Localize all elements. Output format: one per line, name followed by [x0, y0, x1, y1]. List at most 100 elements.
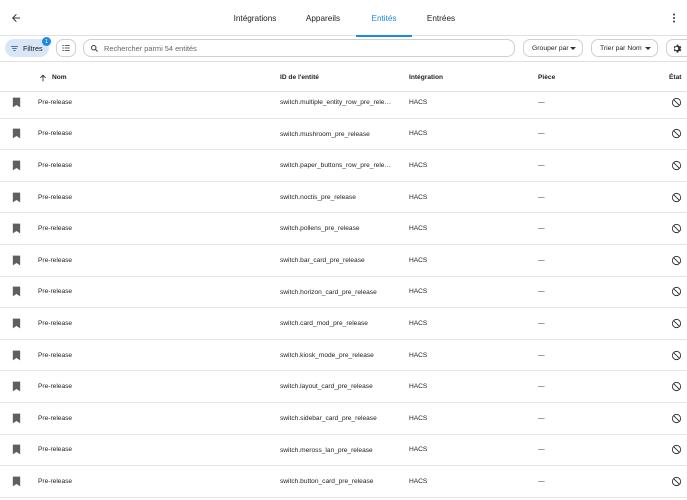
- tab-bar: Intégrations Appareils Entités Entrées: [0, 0, 687, 37]
- unavailable-icon: [671, 129, 681, 139]
- unavailable-icon: [671, 255, 681, 265]
- entity-id: switch.sidebar_card_pre_release: [280, 415, 377, 422]
- bookmark-icon: [12, 381, 20, 392]
- entity-integration: HACS: [409, 319, 428, 327]
- entity-integration: HACS: [409, 477, 428, 485]
- entity-icon-cell: [9, 277, 23, 308]
- entity-id: switch.bar_card_pre_release: [280, 257, 365, 264]
- entity-id: switch.noctis_pre_release: [280, 193, 356, 201]
- entity-icon-cell: [9, 182, 23, 213]
- entity-state: [668, 308, 684, 339]
- entity-name: Pre-release: [38, 319, 73, 327]
- entity-name: Pre-release: [38, 225, 73, 233]
- bookmark-icon: [12, 318, 20, 329]
- unavailable-icon: [671, 97, 681, 107]
- entity-name: Pre-release: [38, 161, 73, 169]
- bookmark-icon: [12, 255, 20, 266]
- entity-id: switch.mushroom_pre_release: [280, 130, 370, 138]
- entity-integration: HACS: [409, 130, 428, 138]
- entity-name: Pre-release: [38, 256, 73, 264]
- entity-state: [668, 466, 684, 497]
- unavailable-icon: [671, 445, 681, 455]
- column-name-label: Nom: [52, 74, 67, 81]
- entity-state: [668, 277, 684, 308]
- entity-integration: HACS: [409, 351, 428, 359]
- entity-area: —: [538, 98, 545, 106]
- entity-area: —: [538, 161, 545, 169]
- entity-area: —: [538, 477, 545, 485]
- filter-icon: [11, 45, 18, 51]
- group-by-label: Grouper par: [532, 44, 569, 52]
- tab-devices[interactable]: Appareils: [290, 0, 356, 36]
- search-input[interactable]: [104, 43, 484, 53]
- table-row[interactable]: Pre-release switch.noctis_pre_release HA…: [0, 182, 687, 214]
- entity-icon-cell: [9, 371, 23, 402]
- entity-area: —: [538, 193, 545, 201]
- table-settings-button[interactable]: [666, 39, 687, 57]
- more-options-button[interactable]: [664, 8, 684, 28]
- bookmark-icon: [12, 129, 20, 139]
- entity-state: [668, 340, 684, 371]
- entity-area: —: [538, 256, 545, 264]
- arrow-up-icon: [40, 74, 46, 81]
- bookmark-icon: [12, 476, 20, 487]
- table-row[interactable]: Pre-release switch.horizon_card_pre_rele…: [0, 277, 687, 309]
- entity-id: switch.layout_card_pre_release: [280, 383, 373, 391]
- unavailable-icon: [671, 350, 681, 360]
- entity-area: —: [538, 383, 545, 391]
- filters-label: Filtres: [23, 43, 43, 53]
- search-box: [83, 39, 515, 57]
- table-row[interactable]: Pre-release switch.paper_buttons_row_pre…: [0, 150, 687, 182]
- top-bar: Intégrations Appareils Entités Entrées: [0, 0, 687, 37]
- entity-name: Pre-release: [38, 477, 73, 485]
- entity-state: [668, 371, 684, 402]
- entity-icon-cell: [9, 245, 23, 276]
- entity-state: [668, 245, 684, 276]
- entity-id: switch.paper_buttons_row_pre_release: [280, 162, 394, 170]
- entity-name: Pre-release: [38, 414, 73, 422]
- sort-by-dropdown[interactable]: Trier par Nom: [591, 39, 658, 57]
- entity-integration: HACS: [409, 161, 428, 169]
- table-row[interactable]: Pre-release switch.bar_card_pre_release …: [0, 245, 687, 277]
- sort-by-label: Trier par Nom: [600, 44, 642, 52]
- selection-mode-button[interactable]: [56, 39, 76, 57]
- entity-integration: HACS: [409, 193, 428, 201]
- gear-icon: [673, 44, 681, 53]
- table-row[interactable]: Pre-release switch.mushroom_pre_release …: [0, 119, 687, 151]
- table-row[interactable]: Pre-release switch.multiple_entity_row_p…: [0, 87, 687, 119]
- table-row[interactable]: Pre-release switch.kiosk_mode_pre_releas…: [0, 340, 687, 372]
- group-by-dropdown[interactable]: Grouper par: [523, 39, 583, 57]
- entity-name: Pre-release: [38, 446, 73, 454]
- entity-icon-cell: [9, 308, 23, 339]
- table-row[interactable]: Pre-release switch.button_card_pre_relea…: [0, 466, 687, 498]
- entity-icon-cell: [9, 466, 23, 497]
- bookmark-icon: [12, 192, 20, 202]
- table-row[interactable]: Pre-release switch.card_mod_pre_release …: [0, 308, 687, 340]
- table-row[interactable]: Pre-release switch.sidebar_card_pre_rele…: [0, 403, 687, 435]
- entity-integration: HACS: [409, 446, 428, 454]
- entity-area: —: [538, 319, 545, 327]
- table-row[interactable]: Pre-release switch.meross_lan_pre_releas…: [0, 435, 687, 467]
- entity-area: —: [538, 288, 545, 296]
- column-area-label: Pièce: [538, 74, 556, 81]
- unavailable-icon: [671, 413, 681, 423]
- entity-integration: HACS: [409, 414, 428, 422]
- toolbar: Filtres 1 Grouper par Trier par Nom: [0, 36, 687, 61]
- table-row[interactable]: Pre-release switch.pollens_pre_release H…: [0, 213, 687, 245]
- bookmark-icon: [12, 160, 20, 171]
- tab-integrations[interactable]: Intégrations: [222, 0, 288, 36]
- entity-integration: HACS: [409, 383, 428, 391]
- entity-state: [668, 87, 684, 118]
- select-mode-icon: [62, 45, 70, 51]
- entity-state: [668, 150, 684, 181]
- entity-area: —: [538, 351, 545, 359]
- table-row[interactable]: Pre-release switch.layout_card_pre_relea…: [0, 371, 687, 403]
- tab-entities[interactable]: Entités: [356, 0, 412, 37]
- column-entity-id-label: ID de l'entité: [280, 74, 319, 81]
- tab-helpers[interactable]: Entrées: [412, 0, 470, 36]
- bookmark-icon: [12, 445, 20, 455]
- bookmark-icon: [12, 223, 20, 234]
- unavailable-icon: [671, 382, 681, 392]
- entity-icon-cell: [9, 119, 23, 150]
- unavailable-icon: [671, 476, 681, 487]
